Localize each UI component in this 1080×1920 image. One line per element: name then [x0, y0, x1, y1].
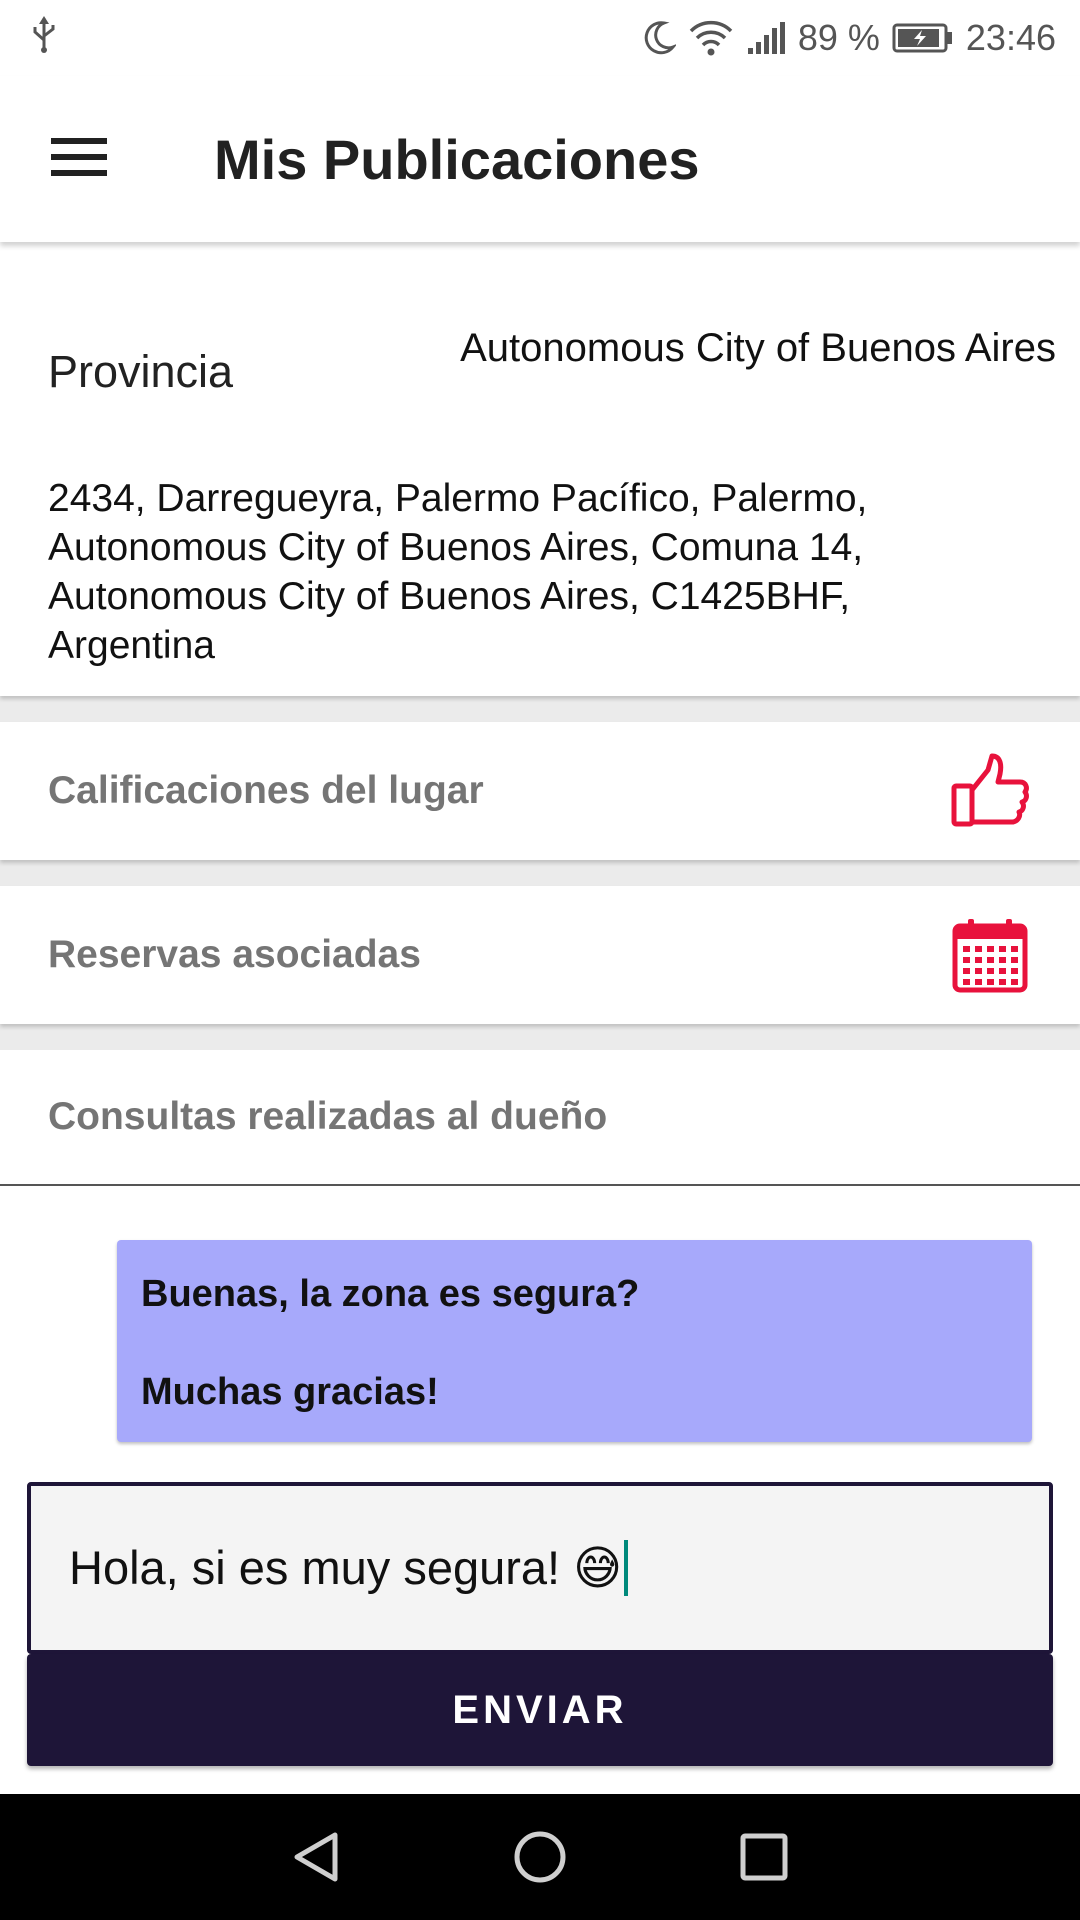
hamburger-menu-icon	[51, 136, 107, 183]
address: 2434, Darregueyra, Palermo Pacífico, Pal…	[48, 474, 988, 670]
screen: 89 % 23:46 Mis Publicaciones Provincia A…	[0, 0, 1080, 1920]
reservas-row[interactable]: Reservas asociadas	[0, 886, 1080, 1024]
status-right: 89 % 23:46	[642, 17, 1056, 59]
address-line: 2434, Darregueyra, Palermo Pacífico, Pal…	[48, 477, 868, 520]
app-bar: Mis Publicaciones	[0, 76, 1080, 242]
address-line: Autonomous City of Buenos Aires, C1425BH…	[48, 575, 851, 618]
section-divider	[0, 696, 1080, 722]
message-line: Buenas, la zona es segura?	[141, 1273, 640, 1315]
thumbs-up-icon[interactable]	[950, 751, 1030, 831]
status-bar: 89 % 23:46	[0, 0, 1080, 76]
content: Provincia Autonomous City of Buenos Aire…	[0, 242, 1080, 1186]
address-line: Autonomous City of Buenos Aires, Comuna …	[48, 526, 864, 569]
home-icon[interactable]	[503, 1820, 577, 1894]
calendar-icon[interactable]	[950, 915, 1030, 995]
clock: 23:46	[965, 17, 1056, 58]
battery-icon	[892, 22, 954, 54]
reservas-label: Reservas asociadas	[48, 933, 421, 976]
address-line: Argentina	[48, 624, 215, 667]
provincia-value: Autonomous City of Buenos Aires	[460, 326, 1056, 370]
status-left	[30, 14, 58, 63]
provincia-label: Provincia	[48, 346, 234, 397]
section-divider	[0, 1024, 1080, 1050]
message-line: Muchas gracias!	[141, 1371, 439, 1413]
menu-button[interactable]	[40, 120, 118, 198]
battery-percent: 89 %	[797, 17, 880, 58]
consultas-label: Consultas realizadas al dueño	[48, 1095, 608, 1138]
reply-input[interactable]: Hola, si es muy segura! 😅	[27, 1482, 1053, 1654]
message-card: Buenas, la zona es segura? Muchas gracia…	[117, 1240, 1032, 1442]
section-divider	[0, 860, 1080, 886]
moon-icon	[642, 19, 676, 57]
recents-icon[interactable]	[727, 1820, 801, 1894]
consultas-row[interactable]: Consultas realizadas al dueño	[0, 1050, 1080, 1186]
calificaciones-row[interactable]: Calificaciones del lugar	[0, 722, 1080, 860]
send-button[interactable]: ENVIAR	[27, 1654, 1053, 1766]
page-title: Mis Publicaciones	[214, 127, 700, 191]
navigation-bar	[0, 1794, 1080, 1920]
calificaciones-label: Calificaciones del lugar	[48, 769, 484, 812]
signal-icon	[746, 20, 786, 56]
wifi-icon	[688, 19, 734, 57]
back-icon[interactable]	[279, 1820, 353, 1894]
text-cursor	[624, 1540, 629, 1596]
usb-icon	[30, 14, 58, 63]
location-card: Provincia Autonomous City of Buenos Aire…	[0, 242, 1080, 696]
reply-text: Hola, si es muy segura! 😅	[69, 1541, 623, 1594]
